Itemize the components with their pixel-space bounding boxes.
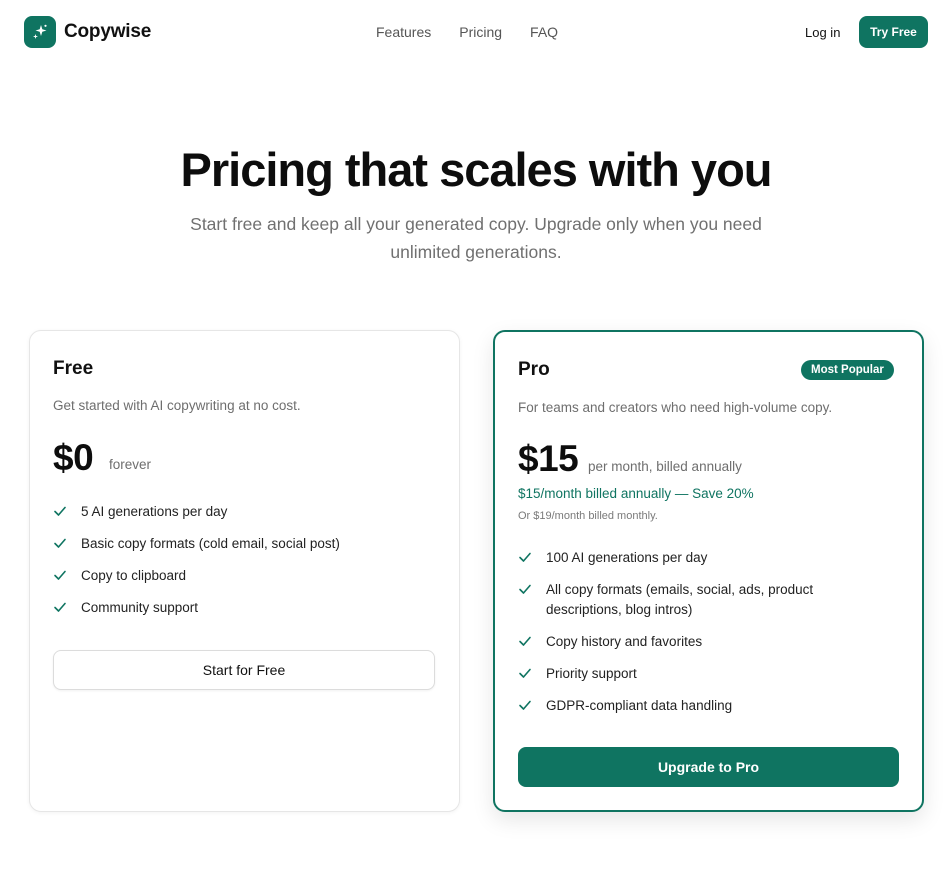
- plan-price: $0: [53, 437, 94, 478]
- page-subtitle: Start free and keep all your generated c…: [190, 214, 762, 262]
- top-nav: Copywise Features Pricing FAQ Log in Try…: [0, 0, 952, 64]
- feature-list: 5 AI generations per day Basic copy form…: [53, 502, 433, 618]
- list-item: All copy formats (emails, social, ads, p…: [518, 580, 848, 620]
- list-item: 5 AI generations per day: [53, 502, 433, 522]
- sparkles-icon: [24, 16, 56, 48]
- monthly-price-note: Or $19/month billed monthly.: [518, 510, 658, 522]
- check-icon: [54, 538, 66, 548]
- free-plan-card: Free Get started with AI copywriting at …: [29, 330, 460, 812]
- try-free-button[interactable]: Try Free: [859, 16, 928, 48]
- feature-list: 100 AI generations per day All copy form…: [518, 548, 848, 716]
- savings-note: $15/month billed annually — Save 20%: [518, 486, 754, 501]
- nav-links: Features Pricing FAQ: [376, 24, 586, 40]
- plan-description: For teams and creators who need high-vol…: [518, 400, 833, 415]
- check-icon: [519, 668, 531, 678]
- list-item: Copy history and favorites: [518, 632, 848, 652]
- brand-link[interactable]: Copywise: [24, 16, 151, 48]
- check-icon: [519, 636, 531, 646]
- nav-link-features[interactable]: Features: [376, 24, 431, 40]
- nav-link-faq[interactable]: FAQ: [530, 24, 558, 40]
- feature-text: GDPR-compliant data handling: [546, 698, 733, 713]
- feature-text: Basic copy formats (cold email, social p…: [81, 536, 340, 551]
- price-period: forever: [109, 457, 152, 472]
- feature-text: 100 AI generations per day: [546, 550, 708, 565]
- plan-name: Pro: [518, 359, 550, 380]
- list-item: 100 AI generations per day: [518, 548, 848, 568]
- list-item: Community support: [53, 598, 433, 618]
- check-icon: [54, 506, 66, 516]
- list-item: GDPR-compliant data handling: [518, 696, 848, 716]
- check-icon: [519, 700, 531, 710]
- most-popular-badge: Most Popular: [801, 360, 894, 380]
- page-title: Pricing that scales with you: [180, 143, 773, 196]
- price-period: per month, billed annually: [588, 459, 742, 474]
- list-item: Copy to clipboard: [53, 566, 433, 586]
- plan-name: Free: [53, 358, 94, 379]
- check-icon: [519, 584, 531, 594]
- feature-text: Community support: [81, 600, 199, 615]
- list-item: Basic copy formats (cold email, social p…: [53, 534, 433, 554]
- plan-price: $15: [518, 438, 579, 479]
- check-icon: [54, 570, 66, 580]
- start-free-button[interactable]: Start for Free: [53, 650, 435, 690]
- upgrade-to-pro-button[interactable]: Upgrade to Pro: [518, 747, 899, 787]
- plan-description: Get started with AI copywriting at no co…: [53, 398, 301, 413]
- check-icon: [519, 552, 531, 562]
- list-item: Priority support: [518, 664, 848, 684]
- check-icon: [54, 602, 66, 612]
- feature-text: Copy history and favorites: [546, 634, 703, 649]
- login-link[interactable]: Log in: [805, 25, 840, 40]
- feature-text: Copy to clipboard: [81, 568, 187, 583]
- feature-text: 5 AI generations per day: [81, 504, 228, 519]
- nav-link-pricing[interactable]: Pricing: [459, 24, 502, 40]
- feature-text: All copy formats (emails, social, ads, p…: [546, 582, 814, 617]
- brand-name: Copywise: [64, 21, 152, 42]
- feature-text: Priority support: [546, 666, 637, 681]
- pro-plan-card: Pro Most Popular For teams and creators …: [493, 330, 924, 812]
